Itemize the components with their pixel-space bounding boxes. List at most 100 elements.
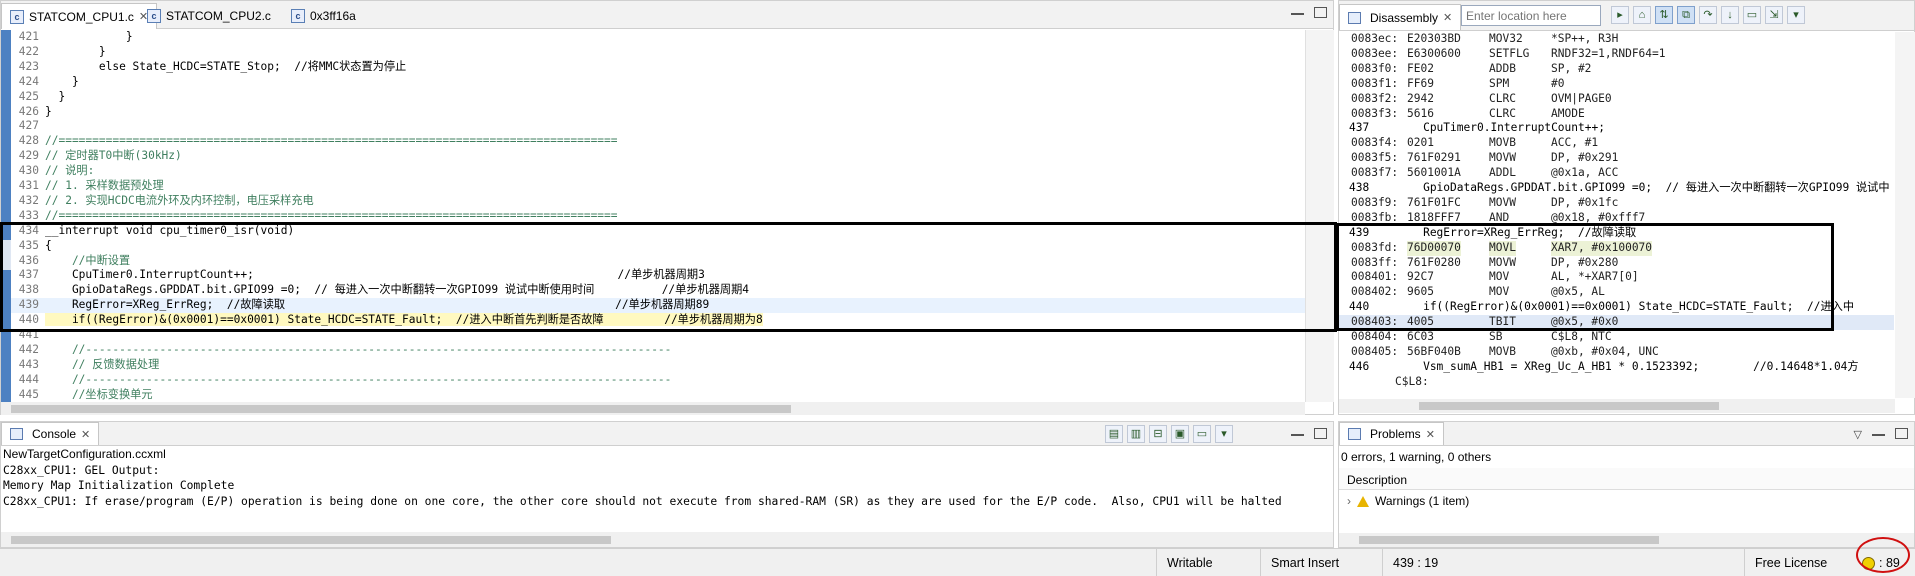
instruction-row[interactable]: 008405: 56BF040B MOVB @0xb, #0x04, UNC [1339,345,1894,360]
label-row[interactable]: C$L8: [1339,375,1894,390]
code-line[interactable]: 443 // 反馈数据处理 [11,358,1305,373]
code-line[interactable]: 438 GpioDataRegs.GPDDAT.bit.GPIO99 =0; /… [11,283,1305,298]
code-line[interactable]: 441 [11,328,1305,343]
instruction-row[interactable]: 0083ff: 761F0280 MOVW DP, #0x280 [1339,256,1894,271]
code-line[interactable]: 437 CpuTimer0.InterruptCount++; //单步机器周期… [11,268,1305,283]
close-icon[interactable]: ✕ [1443,11,1452,24]
close-icon[interactable]: ✕ [81,428,90,441]
instruction-row[interactable]: 0083ec: E20303BD MOV32 *SP++, R3H [1339,32,1894,47]
instruction-row[interactable]: 0083f5: 761F0291 MOVW DP, #0x291 [1339,151,1894,166]
minimize-icon[interactable] [1291,7,1304,15]
code-line[interactable]: 439 RegError=XReg_ErrReg; //故障读取 //单步机器周… [11,298,1305,314]
code-area[interactable]: 421 } 422 } 423 else State_HCDC=STATE_Stop… [1,30,1305,402]
open-console-icon[interactable]: ▭ [1193,425,1211,443]
instruction-row[interactable]: 0083f4: 0201 MOVB ACC, #1 [1339,136,1894,151]
display-console-icon[interactable]: ▣ [1171,425,1189,443]
tab-statcom-cpu1[interactable]: c STATCOM_CPU1.c ✕ [1,3,158,29]
problems-horizontal-scrollbar[interactable] [1339,533,1914,547]
instruction-bytes: 0201 [1407,136,1434,150]
maximize-icon[interactable] [1314,428,1327,439]
code-line[interactable]: 423 else State_HCDC=STATE_Stop; //将MMC状态… [11,60,1305,75]
tab-statcom-cpu2[interactable]: c STATCOM_CPU2.c [139,3,279,29]
scroll-thumb[interactable] [1419,402,1719,410]
pin-icon[interactable]: ⇲ [1765,6,1783,24]
code-line[interactable]: 433 //===================================… [11,209,1305,224]
source-line-row[interactable]: 438 GpioDataRegs.GPDDAT.bit.GPIO99 =0; /… [1339,181,1894,196]
expand-chevron-icon[interactable]: › [1347,494,1351,508]
instruction-row[interactable]: 0083f0: FE02 ADDB SP, #2 [1339,62,1894,77]
instruction-row[interactable]: 0083f3: 5616 CLRC AMODE [1339,107,1894,122]
tab-console[interactable]: Console ✕ [1,422,100,445]
scroll-lock-icon[interactable]: ▥ [1127,425,1145,443]
disassembly-horizontal-scrollbar[interactable] [1339,399,1895,413]
code-line[interactable]: 444 //----------------------------------… [11,373,1305,388]
scroll-thumb[interactable] [1359,536,1659,544]
clear-console-icon[interactable]: ▤ [1105,425,1123,443]
console-output[interactable]: NewTargetConfiguration.ccxml C28xx_CPU1: … [1,447,1333,531]
console-horizontal-scrollbar[interactable] [1,532,1333,547]
instruction-row[interactable]: 0083f9: 761F01FC MOVW DP, #0x1fc [1339,196,1894,211]
source-line-row[interactable]: 440 if((RegError)&(0x0001)==0x0001) Stat… [1339,300,1894,315]
code-line[interactable]: 425 } [11,90,1305,105]
tab-problems[interactable]: Problems ✕ [1339,422,1444,445]
close-icon[interactable]: ✕ [1426,428,1435,441]
source-line-row[interactable]: 437 CpuTimer0.InterruptCount++; [1339,121,1894,136]
instruction-row[interactable]: 0083fd: 76D00070 MOVL XAR7, #0x100070 [1339,240,1894,256]
instruction-row[interactable]: 008402: 9605 MOV @0x5, AL [1339,285,1894,300]
new-view-icon[interactable]: ▭ [1743,6,1761,24]
code-line[interactable]: 431 // 1. 采样数据预处理 [11,179,1305,194]
instruction-row[interactable]: 008401: 92C7 MOV AL, *+XAR7[0] [1339,270,1894,285]
code-line[interactable]: 434 __interrupt void cpu_timer0_isr(void) [11,224,1305,239]
sync-icon[interactable]: ⇅ [1655,6,1673,24]
code-line[interactable]: 436 //中断设置 [11,254,1305,269]
code-line[interactable]: 435 { [11,239,1305,254]
editor-vertical-scrollbar[interactable] [1305,30,1334,402]
scroll-thumb[interactable] [11,536,611,544]
tab-address[interactable]: c 0x3ff16a [283,3,364,29]
view-menu-icon[interactable]: ▾ [1787,6,1805,24]
code-line[interactable]: 445 //坐标变换单元 [11,388,1305,402]
source-line-row[interactable]: 439 RegError=XReg_ErrReg; //故障读取 [1339,226,1894,241]
instruction-row[interactable]: 008403: 4005 TBIT @0x5, #0x0 [1339,315,1894,330]
link-icon[interactable]: ⧉ [1677,6,1695,24]
code-line[interactable]: 422 } [11,45,1305,60]
code-line[interactable]: 427 [11,119,1305,134]
scroll-thumb[interactable] [11,405,791,413]
disassembly-vertical-scrollbar[interactable] [1895,32,1915,398]
code-line[interactable]: 421 } [11,30,1305,45]
instruction-row[interactable]: 0083fb: 1818FFF7 AND @0x18, #0xfff7 [1339,211,1894,226]
instruction-row[interactable]: 008404: 6C03 SB C$L8, NTC [1339,330,1894,345]
instruction-row[interactable]: 0083ee: E6300600 SETFLG RNDF32=1,RNDF64=1 [1339,47,1894,62]
status-insert-mode[interactable]: Smart Insert [1260,549,1362,576]
code-line[interactable]: 440 if((RegError)&(0x0001)==0x0001) Stat… [11,313,1305,328]
source-line-row[interactable]: 446 Vsm_sumA_HB1 = XReg_Uc_A_HB1 * 0.152… [1339,360,1894,375]
view-menu-icon[interactable]: ▽ [1854,428,1862,441]
view-menu-icon[interactable]: ▾ [1215,425,1233,443]
minimize-icon[interactable] [1291,428,1304,436]
tab-disassembly[interactable]: Disassembly ✕ [1339,4,1462,30]
description-column-header[interactable]: Description [1339,468,1914,490]
code-line[interactable]: 432 // 2. 实现HCDC电流外环及内环控制，电压采样充电 [11,194,1305,209]
step-over-icon[interactable]: ↷ [1699,6,1717,24]
code-line[interactable]: 424 } [11,75,1305,90]
code-line[interactable]: 426} [11,105,1305,120]
maximize-icon[interactable] [1314,7,1327,18]
location-input[interactable] [1461,5,1601,26]
code-line[interactable]: 428 //===================================… [11,134,1305,149]
pin-console-icon[interactable]: ⊟ [1149,425,1167,443]
code-line[interactable]: 442 //----------------------------------… [11,343,1305,358]
warnings-group[interactable]: › Warnings (1 item) [1347,494,1469,508]
maximize-icon[interactable] [1895,428,1908,439]
instruction-row[interactable]: 0083f7: 5601001A ADDL @0x1a, ACC [1339,166,1894,181]
code-line[interactable]: 430 // 说明: [11,164,1305,179]
go-icon[interactable]: ▸ [1611,6,1629,24]
editor-horizontal-scrollbar[interactable] [1,402,1305,415]
instruction-row[interactable]: 0083f1: FF69 SPM #0 [1339,77,1894,92]
code-line[interactable]: 429 // 定时器T0中断(30kHz) [11,149,1305,164]
step-into-icon[interactable]: ↓ [1721,6,1739,24]
minimize-icon[interactable] [1872,428,1885,436]
disassembly-view[interactable]: 0083ec: E20303BD MOV32 *SP++, R3H 0083ee: E63… [1339,32,1894,398]
home-icon[interactable]: ⌂ [1633,6,1651,24]
instruction-bytes: 76D00070 [1407,240,1461,256]
instruction-row[interactable]: 0083f2: 2942 CLRC OVM|PAGE0 [1339,92,1894,107]
